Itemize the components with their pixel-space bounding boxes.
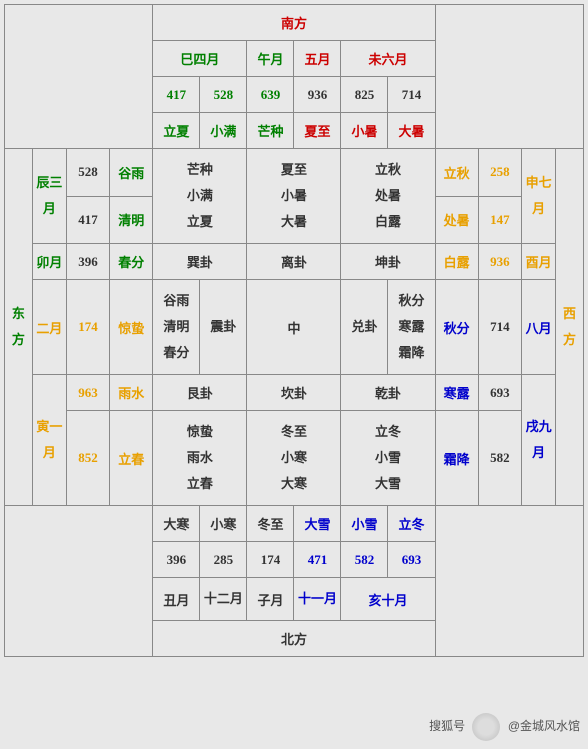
south-term-4: 小暑 [341,113,388,149]
you-term: 白露 [435,244,478,280]
kan-gua: 坎卦 [247,375,341,411]
watermark-logo-icon [472,713,500,741]
watermark-left: 搜狐号 [429,719,465,733]
ba-term: 秋分 [435,280,478,375]
north-term-1: 小寒 [200,506,247,542]
south-num-1: 528 [200,77,247,113]
south-term-0: 立夏 [153,113,200,149]
month-wei: 未六月 [341,41,435,77]
gen-gua: 艮卦 [153,375,247,411]
month-yin: 寅一月 [32,375,66,506]
zhen-lines: 谷雨 清明 春分 [153,280,200,375]
you-num: 936 [478,244,521,280]
north-num-3: 471 [294,542,341,578]
ba-num: 714 [478,280,521,375]
south-num-3: 936 [294,77,341,113]
watermark: 搜狐号 @金城风水馆 [429,713,580,741]
kan-lines: 冬至 小寒 大寒 [247,411,341,506]
month-mao: 卯月 [32,244,66,280]
north-num-4: 582 [341,542,388,578]
north-term-3: 大雪 [294,506,341,542]
yin-term-1: 雨水 [110,375,153,411]
qian-gua: 乾卦 [341,375,435,411]
shen-num-2: 147 [478,196,521,244]
watermark-right: @金城风水馆 [508,719,580,733]
south-term-2: 芒种 [247,113,294,149]
er-term: 惊蛰 [110,280,153,375]
dir-east: 东方 [5,149,33,506]
north-num-5: 693 [388,542,435,578]
xu-num-1: 693 [478,375,521,411]
kun-gua: 坤卦 [341,244,435,280]
month-chen: 辰三月 [32,149,66,244]
xu-num-2: 582 [478,411,521,506]
north-term-5: 立冬 [388,506,435,542]
month-zi: 子月 [247,578,294,621]
yin-num-2: 852 [66,411,109,506]
zhen-gua: 震卦 [200,280,247,375]
shen-num-1: 258 [478,149,521,197]
north-num-0: 396 [153,542,200,578]
xu-term-1: 寒露 [435,375,478,411]
month-wu-b: 五月 [294,41,341,77]
month-you: 酉月 [522,244,556,280]
qian-lines: 立冬 小雪 大雪 [341,411,435,506]
month-shier: 十二月 [200,578,247,621]
month-si: 巳四月 [153,41,247,77]
chen-num-1: 528 [66,149,109,197]
south-num-5: 714 [388,77,435,113]
north-term-0: 大寒 [153,506,200,542]
calendar-grid: 南方 巳四月 午月 五月 未六月 417 528 639 936 825 714… [4,4,584,657]
kun-lines: 立秋 处暑 白露 [341,149,435,244]
month-shiyi: 十一月 [294,578,341,621]
month-wu-a: 午月 [247,41,294,77]
month-xu: 戌九月 [522,375,556,506]
north-term-2: 冬至 [247,506,294,542]
dui-gua: 兑卦 [341,280,388,375]
dir-west: 西方 [556,149,584,506]
month-shen: 申七月 [522,149,556,244]
dir-south: 南方 [153,5,435,41]
li-lines: 夏至 小暑 大暑 [247,149,341,244]
north-num-1: 285 [200,542,247,578]
south-term-3: 夏至 [294,113,341,149]
south-num-2: 639 [247,77,294,113]
xun-lines: 芒种 小满 立夏 [153,149,247,244]
center-mid: 中 [247,280,341,375]
gen-lines: 惊蛰 雨水 立春 [153,411,247,506]
chen-term-1: 谷雨 [110,149,153,197]
er-num: 174 [66,280,109,375]
north-num-2: 174 [247,542,294,578]
dir-north: 北方 [153,621,435,657]
south-term-5: 大暑 [388,113,435,149]
south-term-1: 小满 [200,113,247,149]
north-term-4: 小雪 [341,506,388,542]
chen-num-2: 417 [66,196,109,244]
yin-num-1: 963 [66,375,109,411]
month-hai: 亥十月 [341,578,435,621]
south-num-0: 417 [153,77,200,113]
xu-term-2: 霜降 [435,411,478,506]
shen-term-1: 立秋 [435,149,478,197]
mao-num: 396 [66,244,109,280]
dui-lines: 秋分 寒露 霜降 [388,280,435,375]
yin-term-2: 立春 [110,411,153,506]
month-ba: 八月 [522,280,556,375]
mao-term: 春分 [110,244,153,280]
li-gua: 离卦 [247,244,341,280]
xun-gua: 巽卦 [153,244,247,280]
shen-term-2: 处暑 [435,196,478,244]
south-num-4: 825 [341,77,388,113]
chen-term-2: 清明 [110,196,153,244]
month-er: 二月 [32,280,66,375]
month-chou: 丑月 [153,578,200,621]
